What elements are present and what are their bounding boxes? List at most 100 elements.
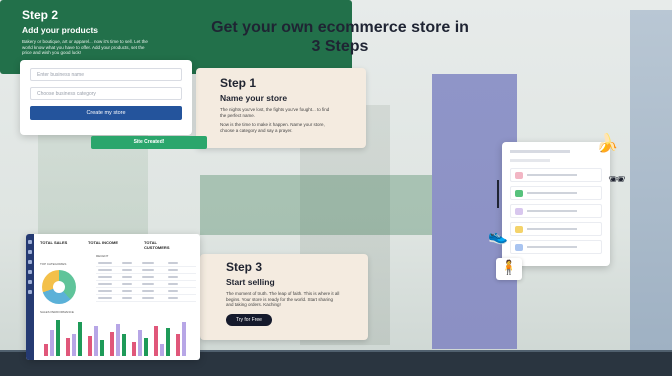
- table-cell: [98, 290, 112, 292]
- product-list-subheader: [510, 159, 550, 162]
- table-cell: [122, 290, 132, 292]
- step3-body: The moment of truth. The leap of faith. …: [226, 291, 340, 307]
- sidebar-icon: [28, 250, 32, 254]
- kpi-total-customers: TOTAL CUSTOMERS: [144, 240, 182, 256]
- table-row: [96, 274, 196, 281]
- step1-card: Step 1 Name your store The nights you've…: [196, 68, 366, 148]
- chart-bar: [182, 322, 186, 356]
- chart-bar: [94, 326, 98, 356]
- kpi-label: TOTAL SALES: [40, 240, 68, 245]
- chart-bar: [138, 330, 142, 356]
- product-thumb: [515, 172, 523, 179]
- page-headline: Get your own ecommerce store in 3 Steps: [170, 18, 510, 56]
- pie-title: TOP CATEGORIES: [40, 262, 67, 266]
- product-name-line: [527, 246, 577, 248]
- sidebar-icon: [28, 280, 32, 284]
- sunglasses-icon: 🕶: [608, 171, 626, 187]
- product-row: [510, 240, 602, 254]
- sales-bar-chart: [40, 314, 196, 358]
- chart-bar: [66, 338, 70, 356]
- step3-subtitle: Start selling: [226, 277, 275, 287]
- table-title: RECENT: [96, 254, 109, 258]
- step1-subtitle: Name your store: [220, 93, 288, 103]
- table-cell: [122, 276, 132, 278]
- table-cell: [142, 276, 154, 278]
- chart-bar: [132, 342, 136, 356]
- product-thumb: [515, 190, 523, 197]
- chart-bar: [56, 320, 60, 356]
- recent-table: [96, 260, 196, 302]
- table-row: [96, 260, 196, 267]
- product-row: [510, 204, 602, 218]
- table-cell: [122, 269, 132, 271]
- product-list-mock: [497, 142, 610, 266]
- person-icon: 🧍: [496, 258, 522, 280]
- chart-bar: [166, 328, 170, 356]
- table-cell: [142, 283, 154, 285]
- chart-bar: [116, 324, 120, 356]
- chart-bar: [50, 330, 54, 356]
- product-thumb: [515, 226, 523, 233]
- product-list-header: [510, 150, 570, 153]
- table-cell: [98, 283, 112, 285]
- table-cell: [98, 262, 112, 264]
- product-name-line: [527, 210, 577, 212]
- chart-bar: [144, 338, 148, 356]
- product-row: [510, 168, 602, 182]
- headline-line-2: 3 Steps: [311, 38, 369, 55]
- step3-card: Step 3 Start selling The moment of truth…: [200, 254, 368, 340]
- table-cell: [168, 269, 178, 271]
- sidebar-icon: [28, 270, 32, 274]
- table-row: [96, 288, 196, 295]
- table-cell: [168, 276, 178, 278]
- table-row: [96, 281, 196, 288]
- table-cell: [98, 276, 112, 278]
- business-name-input[interactable]: Enter business name: [30, 68, 182, 81]
- chart-bar: [44, 344, 48, 356]
- chart-bar: [100, 340, 104, 356]
- product-name-line: [527, 174, 577, 176]
- sidebar-icon: [28, 260, 32, 264]
- table-cell: [142, 297, 154, 299]
- try-for-free-button[interactable]: Try for Free: [226, 313, 272, 326]
- product-selection-bar: [497, 180, 499, 208]
- step1-body-1: The nights you've lost, the fights you'v…: [220, 107, 330, 118]
- table-cell: [98, 297, 112, 299]
- step3-title: Step 3: [226, 260, 263, 274]
- product-name-line: [527, 228, 577, 230]
- category-pie-chart: [42, 270, 76, 304]
- chart-bar: [176, 334, 180, 356]
- table-cell: [142, 290, 154, 292]
- table-cell: [168, 290, 178, 292]
- chart-bar: [110, 332, 114, 356]
- banana-icon: 🍌: [596, 133, 619, 153]
- kpi-label: TOTAL CUSTOMERS: [144, 240, 170, 250]
- kpi-total-sales: TOTAL SALES: [40, 240, 78, 256]
- chart-bar: [154, 326, 158, 356]
- chart-bar: [160, 344, 164, 356]
- step2-body: Bakery or boutique, art or apparel... no…: [22, 39, 148, 55]
- table-cell: [168, 297, 178, 299]
- table-cell: [168, 262, 178, 264]
- background-panel-right: [630, 10, 672, 350]
- chart-bar: [72, 334, 76, 356]
- chart-bar: [88, 336, 92, 356]
- product-row: [510, 222, 602, 236]
- dashboard-mock: TOTAL SALES TOTAL INCOME TOTAL CUSTOMERS…: [26, 234, 200, 360]
- chart-bar: [78, 322, 82, 356]
- sneaker-icon: 👟: [488, 228, 508, 245]
- product-thumb: [515, 208, 523, 215]
- create-store-form: Enter business name Choose business cate…: [20, 60, 192, 135]
- table-cell: [122, 283, 132, 285]
- product-name-line: [527, 192, 577, 194]
- table-cell: [98, 269, 112, 271]
- create-store-button[interactable]: Create my store: [30, 106, 182, 120]
- table-cell: [122, 297, 132, 299]
- sidebar-icon: [28, 290, 32, 294]
- table-row: [96, 267, 196, 274]
- product-row: [510, 186, 602, 200]
- pie-hole: [53, 281, 65, 293]
- business-category-select[interactable]: Choose business category: [30, 87, 182, 100]
- headline-line-1: Get your own ecommerce store in: [211, 19, 469, 36]
- step1-body-2: Now is the time to make it happen. Name …: [220, 122, 325, 133]
